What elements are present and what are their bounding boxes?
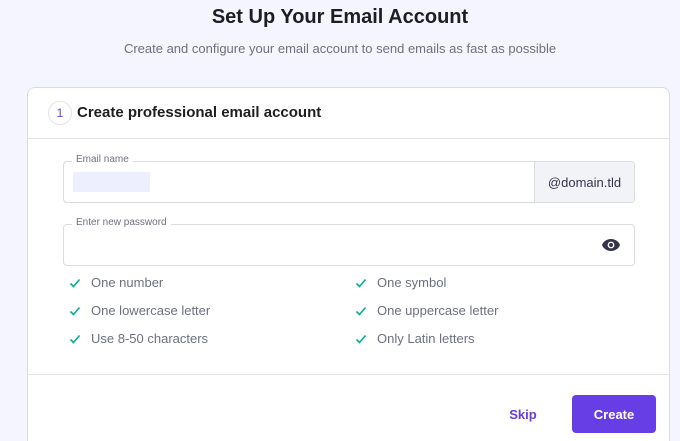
page-subtitle: Create and configure your email account … (123, 41, 557, 56)
requirement-label: One symbol (377, 275, 447, 290)
password-field[interactable]: Enter new password (63, 217, 635, 266)
requirement-length: Use 8-50 characters (69, 331, 208, 346)
footer-divider (28, 374, 669, 375)
page: Set Up Your Email Account Create and con… (0, 0, 680, 441)
requirement-lowercase: One lowercase letter (69, 303, 210, 318)
email-name-label: Email name (72, 154, 133, 165)
card-header: 1 Create professional email account (28, 88, 669, 139)
requirement-latin: Only Latin letters (355, 331, 475, 346)
email-name-input-value[interactable] (73, 172, 150, 192)
page-title: Set Up Your Email Account (211, 6, 469, 28)
check-icon (355, 306, 367, 316)
check-icon (69, 278, 81, 288)
requirement-label: One lowercase letter (91, 303, 211, 318)
requirement-one-symbol: One symbol (355, 275, 446, 290)
create-button[interactable]: Create (572, 395, 656, 433)
card-title: Create professional email account (77, 104, 322, 121)
check-icon (69, 334, 81, 344)
requirement-label: Only Latin letters (377, 331, 475, 346)
skip-button[interactable]: Skip (502, 396, 544, 432)
eye-icon[interactable] (600, 236, 622, 254)
check-icon (69, 306, 81, 316)
requirement-label: Use 8-50 characters (91, 331, 209, 346)
setup-card: 1 Create professional email account Emai… (27, 87, 670, 441)
password-label: Enter new password (72, 217, 171, 228)
requirement-label: One uppercase letter (377, 303, 499, 318)
check-icon (355, 334, 367, 344)
requirement-one-number: One number (69, 275, 163, 290)
check-icon (355, 278, 367, 288)
requirement-label: One number (91, 275, 164, 290)
email-name-field[interactable]: Email name @domain.tld (63, 154, 635, 203)
domain-suffix: @domain.tld (534, 162, 634, 202)
requirement-uppercase: One uppercase letter (355, 303, 498, 318)
step-badge: 1 (48, 101, 72, 125)
